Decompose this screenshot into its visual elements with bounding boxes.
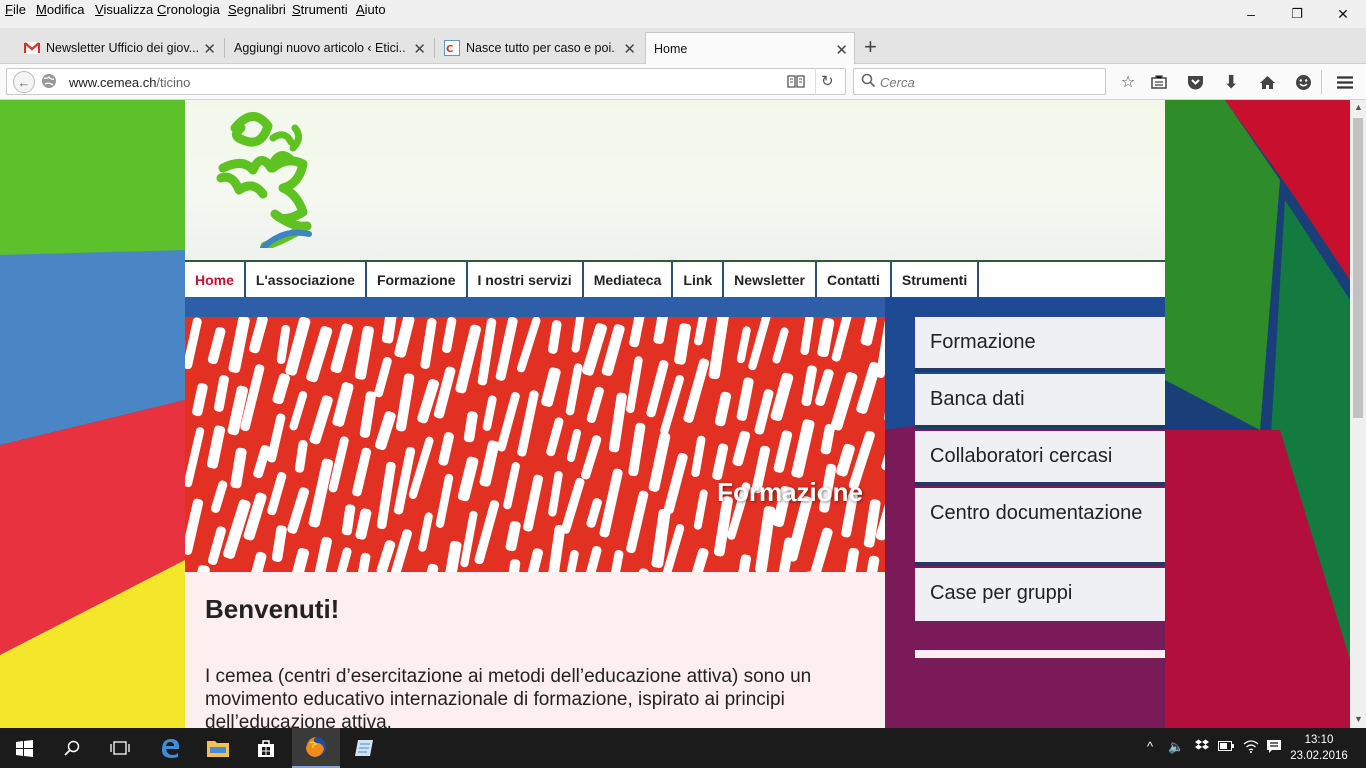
- svg-text:C: C: [446, 44, 453, 55]
- show-hidden-icons-chevron-icon[interactable]: ^: [1147, 739, 1153, 754]
- address-bar[interactable]: ← www.cemea.ch/ticino ↻: [6, 68, 846, 95]
- dropbox-icon[interactable]: [1195, 739, 1209, 755]
- tab-aggiungi-articolo[interactable]: Aggiungi nuovo articolo ‹ Etici... ✕: [226, 32, 432, 64]
- tab-title: Aggiungi nuovo articolo ‹ Etici...: [234, 41, 406, 55]
- new-tab-button[interactable]: +: [864, 34, 877, 60]
- close-tab-icon[interactable]: ✕: [623, 40, 636, 58]
- tab-title: Home: [654, 41, 688, 56]
- wifi-icon[interactable]: [1243, 739, 1259, 756]
- action-center-icon[interactable]: [1266, 739, 1282, 757]
- close-tab-icon[interactable]: ✕: [203, 40, 216, 58]
- page-heading: Benvenuti!: [205, 594, 340, 624]
- pocket-icon[interactable]: [1181, 69, 1209, 95]
- hero-banner[interactable]: Formazione: [185, 317, 885, 572]
- sidebar-next-box: [915, 650, 1165, 658]
- page-viewport: Home L'associazione Formazione I nostri …: [0, 100, 1350, 728]
- search-icon: [861, 73, 876, 93]
- hero-caption: Formazione: [717, 477, 863, 507]
- sidebar-centro-documentazione[interactable]: Centro documentazione: [915, 488, 1165, 566]
- nav-associazione[interactable]: L'associazione: [246, 262, 367, 297]
- close-window-button[interactable]: ✕: [1320, 0, 1366, 28]
- sidebar-collaboratori[interactable]: Collaboratori cercasi: [915, 431, 1165, 486]
- nav-contatti[interactable]: Contatti: [817, 262, 892, 297]
- windows-taskbar: ^ 🔈 13:10 23.02.2016: [0, 728, 1366, 768]
- menu-aiuto[interactable]: Aiuto: [356, 2, 386, 17]
- menu-segnalibri[interactable]: Segnalibri: [228, 2, 286, 17]
- clock-time: 13:10: [1304, 734, 1334, 746]
- store-icon[interactable]: [242, 728, 290, 768]
- menu-cronologia[interactable]: Cronologia: [157, 2, 220, 17]
- tab-nasce-tutto[interactable]: C Nasce tutto per caso e poi... ✕: [436, 32, 642, 64]
- start-windows-icon[interactable]: [0, 728, 48, 768]
- reader-view-icon[interactable]: [787, 74, 805, 94]
- tab-title: Newsletter Ufficio dei giov...: [46, 41, 200, 55]
- site-icon: C: [444, 40, 460, 56]
- edge-browser-icon[interactable]: [146, 728, 194, 768]
- battery-icon[interactable]: [1218, 739, 1234, 754]
- intro-paragraph: I cemea (centri d’esercitazione ai metod…: [205, 666, 812, 728]
- tab-newsletter[interactable]: Newsletter Ufficio dei giov... ✕: [16, 32, 222, 64]
- bookmark-star-icon[interactable]: ☆: [1114, 69, 1142, 95]
- volume-icon[interactable]: 🔈: [1168, 739, 1184, 755]
- download-icon[interactable]: ⬇: [1217, 69, 1245, 95]
- search-icon[interactable]: [48, 728, 96, 768]
- sidebar-formazione[interactable]: Formazione: [915, 317, 1165, 372]
- tab-bar: Newsletter Ufficio dei giov... ✕ Aggiung…: [0, 28, 1366, 64]
- site-header: [185, 100, 1165, 260]
- nav-mediateca[interactable]: Mediateca: [584, 262, 674, 297]
- gmail-icon: [24, 40, 40, 56]
- reload-icon[interactable]: ↻: [821, 72, 834, 90]
- url-text: www.cemea.ch/ticino: [69, 75, 191, 90]
- sidebar-banca-dati[interactable]: Banca dati: [915, 374, 1165, 429]
- close-tab-icon[interactable]: ✕: [413, 40, 426, 58]
- task-view-icon[interactable]: [96, 728, 144, 768]
- site-nav: Home L'associazione Formazione I nostri …: [185, 260, 1165, 297]
- firefox-icon[interactable]: [292, 728, 340, 768]
- tab-title: Nasce tutto per caso e poi...: [466, 41, 616, 55]
- nav-servizi[interactable]: I nostri servizi: [468, 262, 584, 297]
- vertical-scrollbar[interactable]: ▲ ▼: [1350, 100, 1366, 728]
- minimize-button[interactable]: –: [1228, 0, 1274, 28]
- nav-home[interactable]: Home: [185, 262, 246, 297]
- menu-modifica[interactable]: Modifica: [36, 2, 84, 17]
- bookmarks-list-icon[interactable]: [1145, 69, 1173, 95]
- clock-date: 23.02.2016: [1290, 750, 1348, 762]
- nav-link[interactable]: Link: [673, 262, 725, 297]
- maximize-button[interactable]: ❐: [1274, 0, 1320, 28]
- tab-home[interactable]: Home ✕: [645, 32, 855, 64]
- menu-bar: File Modifica Visualizza Cronologia Segn…: [0, 0, 1366, 20]
- system-clock[interactable]: 13:10 23.02.2016: [1290, 732, 1348, 764]
- file-explorer-icon[interactable]: [194, 728, 242, 768]
- close-tab-icon[interactable]: ✕: [835, 41, 848, 59]
- nav-strumenti[interactable]: Strumenti: [892, 262, 980, 297]
- back-arrow-icon[interactable]: ←: [13, 71, 35, 93]
- sidebar-case-per-gruppi[interactable]: Case per gruppi: [915, 568, 1165, 621]
- brush-pattern: [185, 317, 885, 572]
- hamburger-menu-icon[interactable]: [1331, 69, 1359, 95]
- search-input[interactable]: Cerca: [853, 68, 1106, 95]
- hello-smiley-icon[interactable]: [1289, 69, 1317, 95]
- scrollbar-thumb[interactable]: [1353, 118, 1363, 418]
- menu-strumenti[interactable]: Strumenti: [292, 2, 348, 17]
- nav-newsletter[interactable]: Newsletter: [724, 262, 817, 297]
- home-icon[interactable]: [1253, 69, 1281, 95]
- main-content: Benvenuti! I cemea (centri d’esercitazio…: [185, 572, 885, 728]
- cemea-logo[interactable]: [213, 108, 313, 248]
- globe-icon: [41, 73, 57, 94]
- navigation-toolbar: ← www.cemea.ch/ticino ↻ Cerca ☆ ⬇: [0, 64, 1366, 100]
- menu-file[interactable]: File: [5, 2, 26, 17]
- nav-formazione[interactable]: Formazione: [367, 262, 468, 297]
- notepad-app-icon[interactable]: [340, 728, 388, 768]
- search-placeholder: Cerca: [880, 75, 915, 90]
- menu-visualizza[interactable]: Visualizza: [95, 2, 153, 17]
